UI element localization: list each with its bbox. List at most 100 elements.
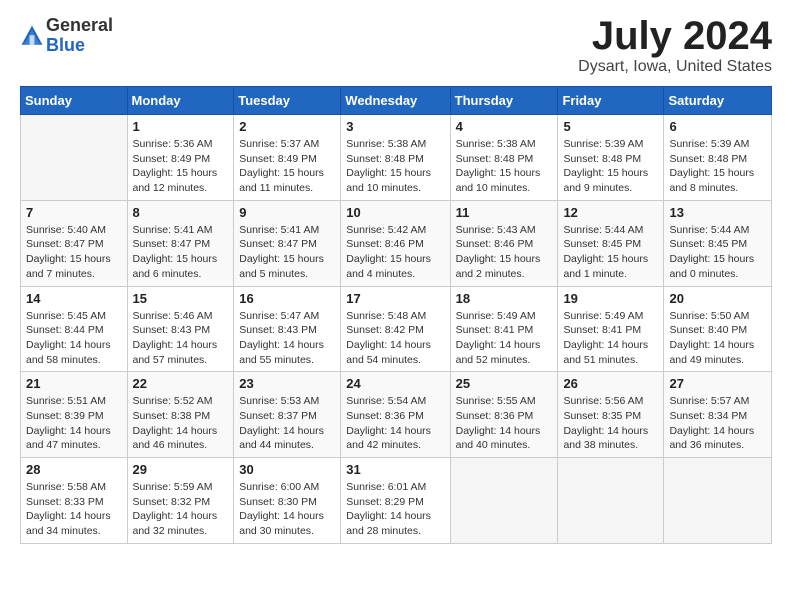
day-number: 17 xyxy=(346,291,444,306)
calendar-week-row: 7Sunrise: 5:40 AM Sunset: 8:47 PM Daylig… xyxy=(21,200,772,286)
day-info: Sunrise: 5:55 AM Sunset: 8:36 PM Dayligh… xyxy=(456,394,553,453)
day-info: Sunrise: 5:48 AM Sunset: 8:42 PM Dayligh… xyxy=(346,309,444,368)
day-info: Sunrise: 5:54 AM Sunset: 8:36 PM Dayligh… xyxy=(346,394,444,453)
day-info: Sunrise: 5:50 AM Sunset: 8:40 PM Dayligh… xyxy=(669,309,766,368)
day-info: Sunrise: 5:44 AM Sunset: 8:45 PM Dayligh… xyxy=(563,223,658,282)
day-number: 10 xyxy=(346,205,444,220)
calendar-day-cell: 9Sunrise: 5:41 AM Sunset: 8:47 PM Daylig… xyxy=(234,200,341,286)
calendar-day-cell: 23 Sunrise: 5:53 AM Sunset: 8:37 PM Dayli… xyxy=(234,372,341,458)
day-info: Sunrise: 5:38 AM Sunset: 8:48 PM Dayligh… xyxy=(456,137,553,196)
calendar-day-cell: 22 Sunrise: 5:52 AM Sunset: 8:38 PM Dayli… xyxy=(127,372,234,458)
day-info: Sunrise: 5:53 AM Sunset: 8:37 PM Dayligh… xyxy=(239,394,335,453)
day-of-week-header: Thursday xyxy=(450,87,558,115)
day-info: Sunrise: 5:59 AM Sunset: 8:32 PM Dayligh… xyxy=(133,480,229,539)
day-info: Sunrise: 5:37 AM Sunset: 8:49 PM Dayligh… xyxy=(239,137,335,196)
day-number: 5 xyxy=(563,119,658,134)
header: General Blue July 2024 Dysart, Iowa, Uni… xyxy=(20,16,772,76)
day-of-week-header: Wednesday xyxy=(341,87,450,115)
calendar-day-cell: 14 Sunrise: 5:45 AM Sunset: 8:44 PM Dayli… xyxy=(21,286,128,372)
calendar-day-cell: 31Sunrise: 6:01 AM Sunset: 8:29 PM Dayli… xyxy=(341,458,450,544)
calendar-day-cell: 26Sunrise: 5:56 AM Sunset: 8:35 PM Dayli… xyxy=(558,372,664,458)
calendar-day-cell: 17 Sunrise: 5:48 AM Sunset: 8:42 PM Dayli… xyxy=(341,286,450,372)
day-of-week-header: Monday xyxy=(127,87,234,115)
calendar-day-cell xyxy=(450,458,558,544)
day-number: 30 xyxy=(239,462,335,477)
day-info: Sunrise: 5:39 AM Sunset: 8:48 PM Dayligh… xyxy=(563,137,658,196)
day-number: 25 xyxy=(456,376,553,391)
day-number: 20 xyxy=(669,291,766,306)
calendar-week-row: 28 Sunrise: 5:58 AM Sunset: 8:33 PM Dayli… xyxy=(21,458,772,544)
day-info: Sunrise: 5:41 AM Sunset: 8:47 PM Dayligh… xyxy=(133,223,229,282)
calendar-day-cell: 3 Sunrise: 5:38 AM Sunset: 8:48 PM Daylig… xyxy=(341,115,450,201)
day-of-week-header: Saturday xyxy=(664,87,772,115)
day-number: 22 xyxy=(133,376,229,391)
day-number: 3 xyxy=(346,119,444,134)
day-number: 23 xyxy=(239,376,335,391)
day-info: Sunrise: 5:45 AM Sunset: 8:44 PM Dayligh… xyxy=(26,309,122,368)
calendar-day-cell: 18Sunrise: 5:49 AM Sunset: 8:41 PM Dayli… xyxy=(450,286,558,372)
calendar-day-cell: 12 Sunrise: 5:44 AM Sunset: 8:45 PM Dayli… xyxy=(558,200,664,286)
day-number: 16 xyxy=(239,291,335,306)
calendar-day-cell: 21Sunrise: 5:51 AM Sunset: 8:39 PM Dayli… xyxy=(21,372,128,458)
logo-general: General xyxy=(46,15,113,35)
calendar-day-cell: 13Sunrise: 5:44 AM Sunset: 8:45 PM Dayli… xyxy=(664,200,772,286)
day-number: 1 xyxy=(133,119,229,134)
calendar-header-row: SundayMondayTuesdayWednesdayThursdayFrid… xyxy=(21,87,772,115)
day-number: 14 xyxy=(26,291,122,306)
calendar-day-cell: 1 Sunrise: 5:36 AM Sunset: 8:49 PM Daylig… xyxy=(127,115,234,201)
day-number: 28 xyxy=(26,462,122,477)
calendar-day-cell: 2 Sunrise: 5:37 AM Sunset: 8:49 PM Daylig… xyxy=(234,115,341,201)
day-info: Sunrise: 5:58 AM Sunset: 8:33 PM Dayligh… xyxy=(26,480,122,539)
calendar-day-cell: 8Sunrise: 5:41 AM Sunset: 8:47 PM Daylig… xyxy=(127,200,234,286)
calendar-day-cell: 25 Sunrise: 5:55 AM Sunset: 8:36 PM Dayli… xyxy=(450,372,558,458)
calendar-day-cell: 6Sunrise: 5:39 AM Sunset: 8:48 PM Daylig… xyxy=(664,115,772,201)
calendar-day-cell: 4 Sunrise: 5:38 AM Sunset: 8:48 PM Daylig… xyxy=(450,115,558,201)
calendar-week-row: 1 Sunrise: 5:36 AM Sunset: 8:49 PM Daylig… xyxy=(21,115,772,201)
day-number: 15 xyxy=(133,291,229,306)
day-number: 19 xyxy=(563,291,658,306)
calendar-day-cell xyxy=(558,458,664,544)
day-number: 24 xyxy=(346,376,444,391)
day-number: 31 xyxy=(346,462,444,477)
day-info: Sunrise: 5:36 AM Sunset: 8:49 PM Dayligh… xyxy=(133,137,229,196)
calendar-day-cell: 27Sunrise: 5:57 AM Sunset: 8:34 PM Dayli… xyxy=(664,372,772,458)
day-info: Sunrise: 5:44 AM Sunset: 8:45 PM Dayligh… xyxy=(669,223,766,282)
day-info: Sunrise: 5:42 AM Sunset: 8:46 PM Dayligh… xyxy=(346,223,444,282)
day-number: 29 xyxy=(133,462,229,477)
logo: General Blue xyxy=(20,16,113,56)
day-info: Sunrise: 5:46 AM Sunset: 8:43 PM Dayligh… xyxy=(133,309,229,368)
page: General Blue July 2024 Dysart, Iowa, Uni… xyxy=(0,0,792,612)
calendar-week-row: 14 Sunrise: 5:45 AM Sunset: 8:44 PM Dayli… xyxy=(21,286,772,372)
location: Dysart, Iowa, United States xyxy=(578,58,772,76)
day-of-week-header: Sunday xyxy=(21,87,128,115)
calendar-day-cell: 20 Sunrise: 5:50 AM Sunset: 8:40 PM Dayli… xyxy=(664,286,772,372)
logo-blue: Blue xyxy=(46,35,85,55)
day-number: 6 xyxy=(669,119,766,134)
calendar-table: SundayMondayTuesdayWednesdayThursdayFrid… xyxy=(20,86,772,544)
day-number: 9 xyxy=(239,205,335,220)
day-info: Sunrise: 5:40 AM Sunset: 8:47 PM Dayligh… xyxy=(26,223,122,282)
day-info: Sunrise: 5:43 AM Sunset: 8:46 PM Dayligh… xyxy=(456,223,553,282)
day-number: 4 xyxy=(456,119,553,134)
logo-text: General Blue xyxy=(46,16,113,56)
logo-icon xyxy=(20,24,44,48)
day-number: 26 xyxy=(563,376,658,391)
calendar-day-cell: 24 Sunrise: 5:54 AM Sunset: 8:36 PM Dayli… xyxy=(341,372,450,458)
day-number: 12 xyxy=(563,205,658,220)
day-info: Sunrise: 5:47 AM Sunset: 8:43 PM Dayligh… xyxy=(239,309,335,368)
calendar-day-cell: 11Sunrise: 5:43 AM Sunset: 8:46 PM Dayli… xyxy=(450,200,558,286)
title-block: July 2024 Dysart, Iowa, United States xyxy=(578,16,772,76)
calendar-day-cell: 15 Sunrise: 5:46 AM Sunset: 8:43 PM Dayli… xyxy=(127,286,234,372)
day-info: Sunrise: 5:38 AM Sunset: 8:48 PM Dayligh… xyxy=(346,137,444,196)
calendar-day-cell: 29 Sunrise: 5:59 AM Sunset: 8:32 PM Dayli… xyxy=(127,458,234,544)
calendar-day-cell: 19Sunrise: 5:49 AM Sunset: 8:41 PM Dayli… xyxy=(558,286,664,372)
day-of-week-header: Tuesday xyxy=(234,87,341,115)
day-number: 27 xyxy=(669,376,766,391)
calendar-day-cell: 10 Sunrise: 5:42 AM Sunset: 8:46 PM Dayli… xyxy=(341,200,450,286)
month-title: July 2024 xyxy=(578,16,772,56)
calendar-day-cell: 28 Sunrise: 5:58 AM Sunset: 8:33 PM Dayli… xyxy=(21,458,128,544)
calendar-day-cell: 16 Sunrise: 5:47 AM Sunset: 8:43 PM Dayli… xyxy=(234,286,341,372)
day-of-week-header: Friday xyxy=(558,87,664,115)
day-info: Sunrise: 5:52 AM Sunset: 8:38 PM Dayligh… xyxy=(133,394,229,453)
day-number: 2 xyxy=(239,119,335,134)
